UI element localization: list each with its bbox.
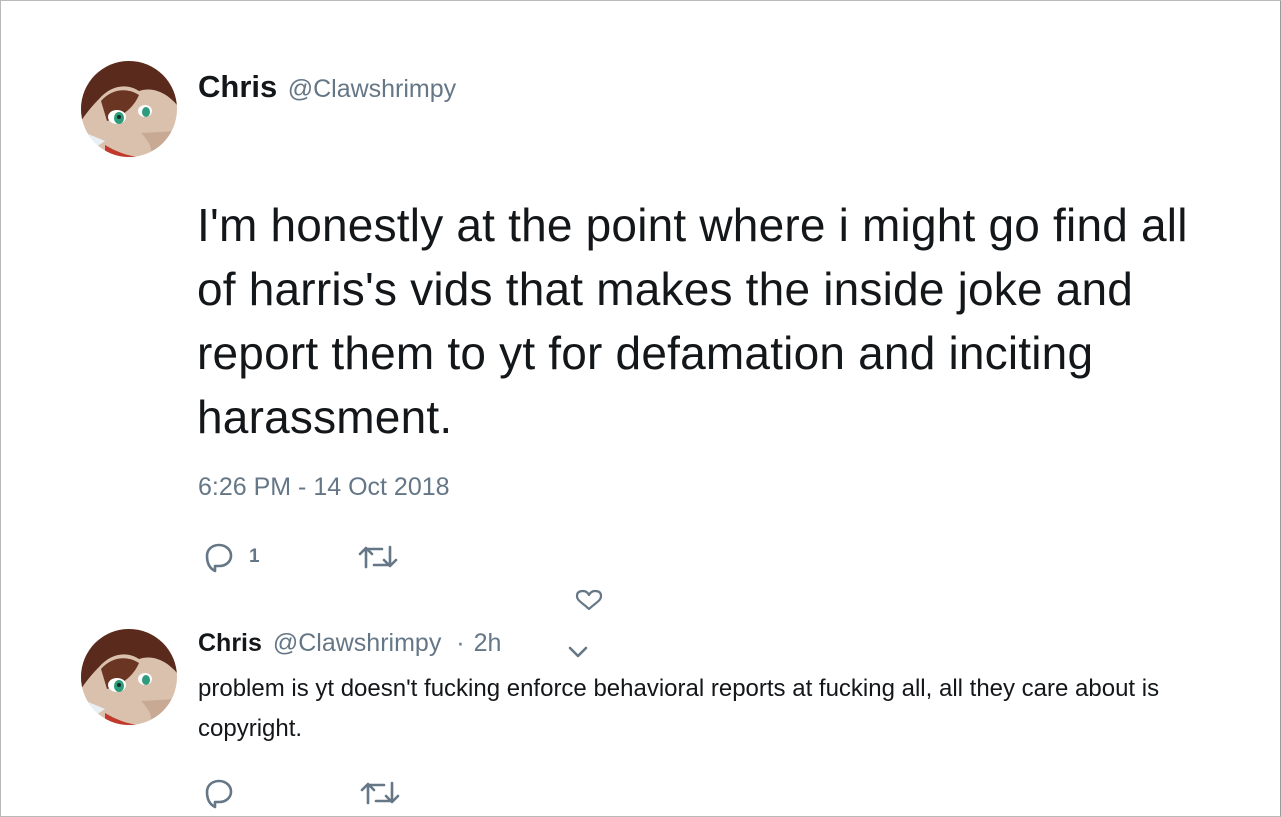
reply-button[interactable]: 1 bbox=[203, 541, 260, 573]
reply-reply-button[interactable] bbox=[203, 777, 235, 809]
retweet-button[interactable] bbox=[357, 541, 399, 573]
reply-separator: · bbox=[456, 629, 465, 657]
author-handle[interactable]: @Clawshrimpy bbox=[288, 75, 456, 103]
heart-icon bbox=[575, 589, 603, 611]
reply-icon bbox=[205, 779, 233, 809]
avatar-image bbox=[81, 61, 177, 157]
reply-count: 1 bbox=[249, 546, 260, 567]
author-name[interactable]: Chris bbox=[198, 69, 277, 104]
avatar[interactable] bbox=[81, 61, 177, 157]
like-button[interactable] bbox=[573, 589, 605, 616]
reply-author-name[interactable]: Chris bbox=[198, 629, 262, 657]
tweet-timestamp[interactable]: 6:26 PM - 14 Oct 2018 bbox=[198, 473, 450, 502]
chevron-down-icon bbox=[568, 646, 588, 658]
reply-avatar[interactable] bbox=[81, 629, 177, 725]
tweet-window: Chris @Clawshrimpy I'm honestly at the p… bbox=[0, 0, 1281, 817]
reply-text: problem is yt doesn't fucking enforce be… bbox=[198, 675, 1160, 742]
reply-author-handle[interactable]: @Clawshrimpy bbox=[273, 629, 441, 657]
tweet-author[interactable]: Chris @Clawshrimpy bbox=[198, 69, 456, 105]
retweet-icon bbox=[358, 545, 398, 569]
avatar-image bbox=[81, 629, 177, 725]
reply-time[interactable]: 2h bbox=[474, 629, 502, 657]
reply-retweet-button[interactable] bbox=[359, 777, 401, 809]
retweet-icon bbox=[360, 781, 400, 805]
tweet-text: I'm honestly at the point where i might … bbox=[197, 199, 1188, 443]
more-options-button[interactable] bbox=[566, 641, 590, 666]
reply-author[interactable]: Chris @Clawshrimpy · 2h bbox=[198, 629, 501, 658]
reply-icon bbox=[205, 543, 233, 573]
